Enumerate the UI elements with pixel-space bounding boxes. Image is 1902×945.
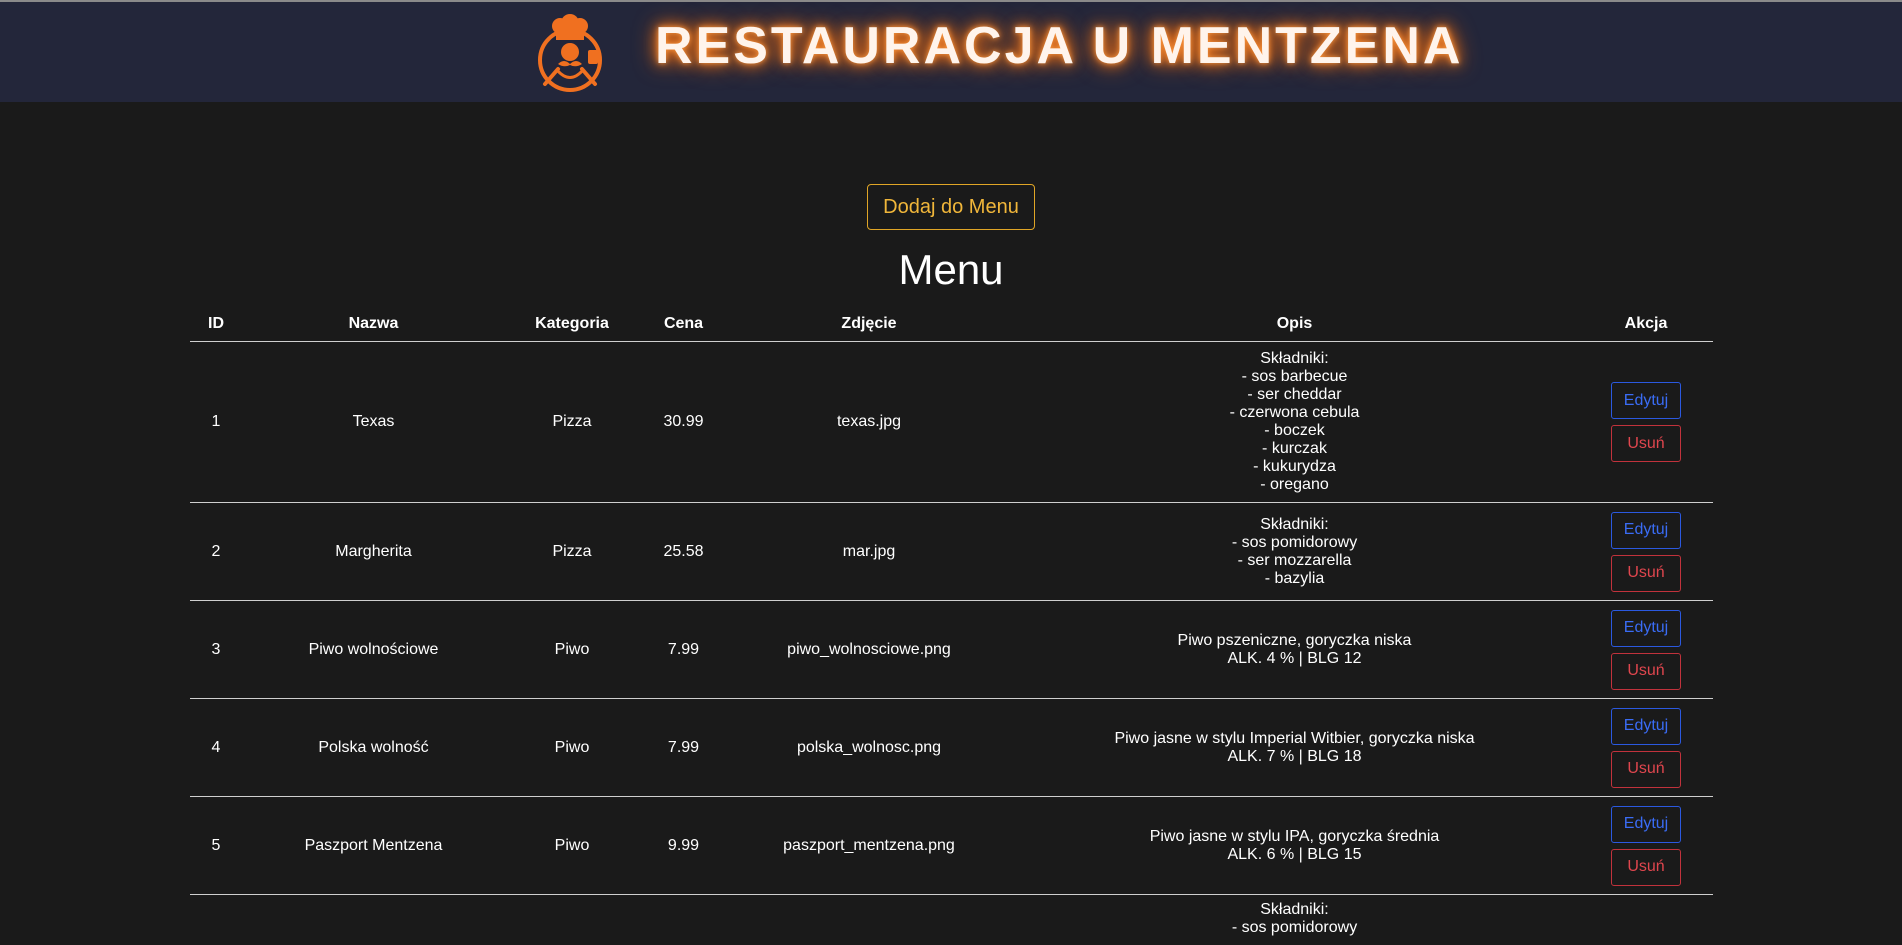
table-row: 1 Texas Pizza 30.99 texas.jpg Składniki:… [190,341,1713,503]
cell-name: Texas [242,341,505,503]
cell-image [728,895,1010,945]
delete-button[interactable]: Usuń [1611,425,1681,462]
column-header-id: ID [190,306,242,342]
edit-button[interactable]: Edytuj [1611,805,1681,843]
cell-id: 5 [190,796,242,895]
cell-actions [1579,895,1713,945]
column-header-description: Opis [1010,306,1579,342]
cell-price [639,895,728,945]
cell-name: Piwo wolnościowe [242,600,505,699]
page-title: Menu [898,246,1004,293]
edit-button[interactable]: Edytuj [1611,707,1681,745]
table-row: Składniki: - sos pomidorowy [190,895,1713,945]
column-header-category: Kategoria [505,306,639,342]
table-header-row: ID Nazwa Kategoria Cena Zdjęcie Opis Akc… [190,306,1713,342]
cell-description: Składniki: - sos pomidorowy - ser mozzar… [1010,502,1579,601]
cell-image: mar.jpg [728,502,1010,601]
cell-description: Składniki: - sos barbecue - ser cheddar … [1010,341,1579,503]
table-row: 3 Piwo wolnościowe Piwo 7.99 piwo_wolnos… [190,600,1713,699]
delete-button[interactable]: Usuń [1611,848,1681,886]
menu-table: ID Nazwa Kategoria Cena Zdjęcie Opis Akc… [190,306,1713,945]
site-title: RESTAURACJA U MENTZENA [655,17,1464,75]
cell-actions: Edytuj Usuń [1579,341,1713,503]
delete-button[interactable]: Usuń [1611,554,1681,592]
cell-name [242,895,505,945]
cell-image: piwo_wolnosciowe.png [728,600,1010,699]
cell-description: Piwo pszeniczne, goryczka niska ALK. 4 %… [1010,600,1579,699]
edit-button[interactable]: Edytuj [1611,382,1681,419]
cell-actions: Edytuj Usuń [1579,502,1713,601]
cell-price: 7.99 [639,600,728,699]
cell-category: Pizza [505,341,639,503]
cell-price: 9.99 [639,796,728,895]
cell-description: Piwo jasne w stylu Imperial Witbier, gor… [1010,698,1579,797]
cell-image: polska_wolnosc.png [728,698,1010,797]
cell-category: Piwo [505,698,639,797]
cell-actions: Edytuj Usuń [1579,698,1713,797]
cell-description: Piwo jasne w stylu IPA, goryczka średnia… [1010,796,1579,895]
cell-actions: Edytuj Usuń [1579,796,1713,895]
cell-image: paszport_mentzena.png [728,796,1010,895]
column-header-name: Nazwa [242,306,505,342]
cell-name: Polska wolność [242,698,505,797]
edit-button[interactable]: Edytuj [1611,511,1681,549]
cell-category [505,895,639,945]
cell-name: Margherita [242,502,505,601]
cell-id: 4 [190,698,242,797]
delete-button[interactable]: Usuń [1611,652,1681,690]
cell-price: 7.99 [639,698,728,797]
cell-price: 25.58 [639,502,728,601]
cell-image: texas.jpg [728,341,1010,503]
cell-id: 1 [190,341,242,503]
cell-id [190,895,242,945]
cell-name: Paszport Mentzena [242,796,505,895]
table-row: 5 Paszport Mentzena Piwo 9.99 paszport_m… [190,796,1713,895]
cell-description: Składniki: - sos pomidorowy [1231,901,1358,936]
cell-price: 30.99 [639,341,728,503]
cell-category: Pizza [505,502,639,601]
column-header-price: Cena [639,306,728,342]
site-header: RESTAURACJA U MENTZENA [0,2,1902,102]
edit-button[interactable]: Edytuj [1611,609,1681,647]
cell-category: Piwo [505,600,639,699]
chef-logo-icon [538,14,602,92]
column-header-action: Akcja [1579,306,1713,342]
cell-id: 2 [190,502,242,601]
table-row: 2 Margherita Pizza 25.58 mar.jpg Składni… [190,502,1713,601]
cell-category: Piwo [505,796,639,895]
table-row: 4 Polska wolność Piwo 7.99 polska_wolnos… [190,698,1713,797]
add-to-menu-button[interactable]: Dodaj do Menu [867,184,1035,230]
cell-id: 3 [190,600,242,699]
column-header-image: Zdjęcie [728,306,1010,342]
delete-button[interactable]: Usuń [1611,750,1681,788]
cell-actions: Edytuj Usuń [1579,600,1713,699]
